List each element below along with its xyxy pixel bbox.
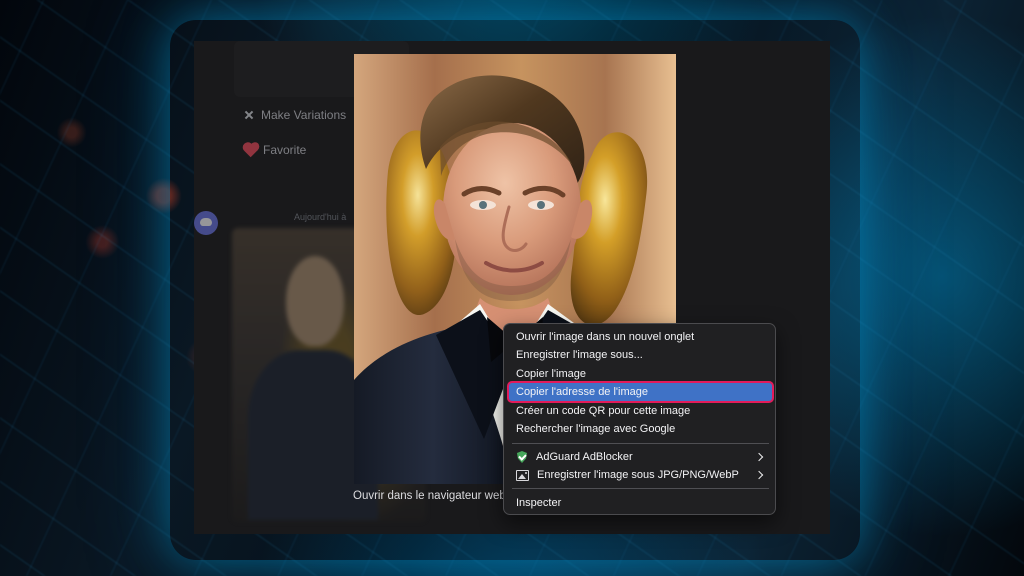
open-in-browser-link[interactable]: Ouvrir dans le navigateur web: [353, 490, 506, 502]
menu-separator: [512, 488, 769, 489]
favorite-button[interactable]: Favorite: [244, 143, 306, 157]
save-image-format-menu-item[interactable]: Enregistrer l'image sous JPG/PNG/WebP: [509, 466, 772, 484]
discord-logo-icon: [194, 211, 218, 235]
favorite-label: Favorite: [263, 143, 307, 157]
message-timestamp-fragment: Aujourd'hui à: [294, 212, 347, 222]
save-image-format-label: Enregistrer l'image sous JPG/PNG/WebP: [537, 469, 739, 481]
copy-image-address-menu-item[interactable]: Copier l'adresse de l'image: [509, 383, 772, 401]
chevron-right-icon: [754, 452, 764, 462]
make-variations-label: Make Variations: [261, 108, 347, 122]
open-image-new-tab-menu-item[interactable]: Ouvrir l'image dans un nouvel onglet: [509, 328, 772, 346]
blurred-network-background: Make Variations Favorite Aujourd'hui à O…: [0, 0, 1024, 576]
inspect-menu-item[interactable]: Inspecter: [509, 494, 772, 512]
adguard-adblocker-menu-item[interactable]: AdGuard AdBlocker: [509, 448, 772, 466]
adguard-adblocker-label: AdGuard AdBlocker: [536, 451, 633, 463]
search-image-google-menu-item[interactable]: Rechercher l'image avec Google: [509, 420, 772, 438]
heart-icon: [244, 143, 258, 157]
create-qr-code-menu-item[interactable]: Créer un code QR pour cette image: [509, 402, 772, 420]
copy-image-menu-item[interactable]: Copier l'image: [509, 365, 772, 383]
save-image-as-menu-item[interactable]: Enregistrer l'image sous...: [509, 346, 772, 364]
image-icon: [516, 469, 529, 481]
make-variations-button[interactable]: Make Variations: [244, 108, 346, 122]
context-menu: Ouvrir l'image dans un nouvel onglet Enr…: [503, 323, 776, 515]
shield-icon: [516, 451, 528, 463]
spark-icon: [244, 110, 254, 120]
chevron-right-icon: [754, 470, 764, 480]
menu-separator: [512, 443, 769, 444]
